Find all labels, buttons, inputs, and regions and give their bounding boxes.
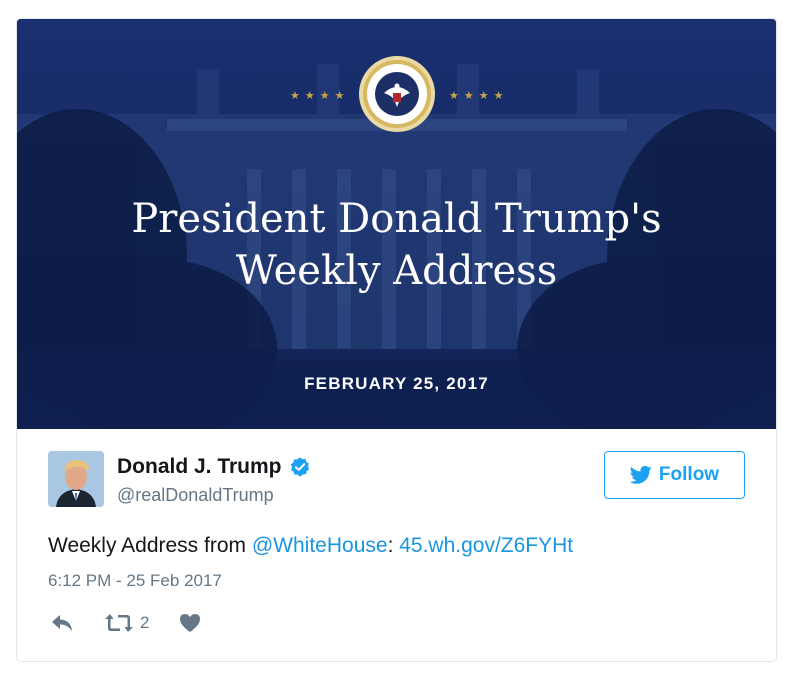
retweet-count: 2 (140, 613, 150, 632)
tweet-text: Weekly Address from @WhiteHouse: 45.wh.g… (48, 534, 573, 558)
twitter-bird-icon (629, 465, 652, 484)
presidential-seal-icon (359, 56, 435, 132)
tweet-text-prefix: Weekly Address from (48, 534, 252, 557)
avatar-portrait-icon (48, 451, 104, 507)
verified-badge-icon (290, 457, 309, 477)
follow-button[interactable]: Follow (604, 451, 745, 499)
tweet-actions: 2 (50, 613, 201, 633)
tweet-media-image[interactable]: ★★★★ ★★★★ President Donald Trump's Weekl… (17, 19, 776, 429)
author-handle[interactable]: @realDonaldTrump (117, 485, 274, 506)
retweet-icon (105, 614, 133, 632)
embedded-tweet-card: ★★★★ ★★★★ President Donald Trump's Weekl… (16, 18, 777, 662)
retweet-button[interactable]: 2 (104, 613, 149, 633)
follow-button-label: Follow (658, 464, 720, 485)
reply-button[interactable] (50, 613, 74, 633)
mention-link[interactable]: @WhiteHouse (252, 534, 388, 557)
stars-right-decoration: ★★★★ (449, 89, 509, 102)
author-name-row: Donald J. Trump (117, 455, 311, 479)
headline-line-2: Weekly Address (235, 248, 558, 294)
like-button[interactable] (179, 613, 201, 633)
tweet-text-separator: : (387, 534, 400, 557)
heart-icon (180, 614, 201, 632)
author-name[interactable]: Donald J. Trump (117, 455, 282, 479)
stars-left-decoration: ★★★★ (290, 89, 350, 102)
media-headline: President Donald Trump's Weekly Address (17, 193, 776, 297)
media-date: FEBRUARY 25, 2017 (304, 374, 489, 393)
short-url-link[interactable]: 45.wh.gov/Z6FYHt (399, 534, 573, 557)
reply-icon (52, 615, 72, 631)
tweet-timestamp[interactable]: 6:12 PM - 25 Feb 2017 (48, 571, 222, 591)
headline-line-1: President Donald Trump's (131, 196, 662, 242)
author-avatar[interactable] (48, 451, 104, 507)
